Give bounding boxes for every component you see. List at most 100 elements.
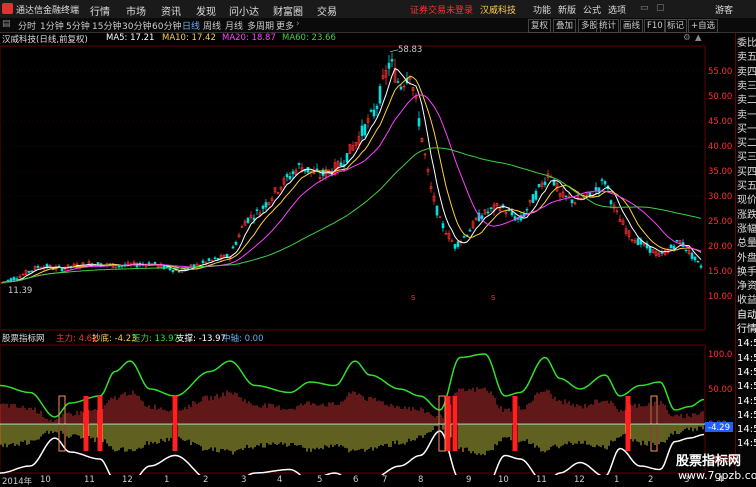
link-gongneng[interactable]: 功能 bbox=[533, 3, 551, 16]
low-label: 11.39 bbox=[8, 286, 32, 296]
btn-f10[interactable]: F10 bbox=[644, 19, 666, 33]
sidebar-item[interactable]: 买四 bbox=[737, 166, 756, 179]
sidebar-item[interactable]: 14:5 bbox=[737, 409, 756, 422]
btn-biaoji[interactable]: 标记 bbox=[664, 19, 688, 33]
candle-body bbox=[30, 270, 34, 272]
date-tick: 2 bbox=[203, 475, 209, 485]
menu-item-zixun[interactable]: 资讯 bbox=[161, 3, 181, 18]
more-chevron-icon[interactable]: › bbox=[296, 19, 300, 29]
sidebar-item[interactable]: 卖四 bbox=[737, 66, 756, 79]
restore-icon[interactable]: ▢ bbox=[656, 3, 665, 13]
date-tick: 3 bbox=[241, 475, 247, 485]
sidebar-item[interactable]: 买三 bbox=[737, 151, 756, 164]
sidebar-item[interactable]: 14:5 bbox=[737, 423, 756, 436]
sidebar-item[interactable]: 现价 bbox=[737, 194, 756, 207]
sidebar-item[interactable]: 卖五 bbox=[737, 51, 756, 64]
period-monthly[interactable]: 月线 bbox=[225, 19, 243, 32]
period-1min[interactable]: 1分钟 bbox=[40, 19, 64, 32]
date-tick: 6 bbox=[353, 475, 359, 485]
sidebar-item[interactable]: 卖二 bbox=[737, 94, 756, 107]
sidebar-item[interactable]: 14:5 bbox=[737, 337, 756, 350]
candle-body bbox=[261, 205, 265, 209]
period-fenshi[interactable]: 分时 bbox=[18, 19, 36, 32]
settings-icon[interactable]: ⚙ bbox=[683, 33, 691, 43]
btn-tongji[interactable]: 统计 bbox=[596, 19, 620, 33]
sidebar-item[interactable]: 委比 bbox=[737, 37, 756, 50]
ma10-line bbox=[1, 75, 702, 283]
period-daily[interactable]: 日线 bbox=[182, 19, 200, 32]
candle-body bbox=[252, 217, 256, 220]
support-line bbox=[0, 430, 705, 475]
app-logo-icon bbox=[2, 3, 13, 14]
candle-body bbox=[6, 279, 10, 282]
period-multi[interactable]: 多周期 bbox=[247, 19, 274, 32]
period-weekly[interactable]: 周线 bbox=[203, 19, 221, 32]
menu-item-jiaoyi[interactable]: 交易 bbox=[317, 3, 337, 18]
axis-labels: 58.83 11.39 S S bbox=[8, 45, 496, 302]
sidebar-item[interactable]: 收益 bbox=[737, 294, 756, 307]
guest-label[interactable]: 游客 bbox=[715, 3, 733, 16]
date-tick: 2014年 bbox=[2, 477, 33, 487]
sidebar-item[interactable]: 卖一 bbox=[737, 109, 756, 122]
ma-info-bar: 汉威科技(日线,前复权) MA5: 17.21 MA10: 17.42 MA20… bbox=[0, 33, 705, 45]
menu-item-hangqing[interactable]: 行情 bbox=[90, 3, 110, 18]
price-label: 35.00 bbox=[708, 167, 732, 177]
sidebar-item[interactable]: 14:5 bbox=[737, 366, 756, 379]
btn-diejia[interactable]: 叠加 bbox=[553, 19, 577, 33]
candle-body bbox=[417, 118, 421, 127]
menu-item-faxian[interactable]: 发现 bbox=[196, 3, 216, 18]
menu-item-wenxiaoda[interactable]: 问小达 bbox=[229, 3, 259, 18]
candle-body bbox=[462, 236, 466, 238]
btn-zixuan[interactable]: +自选 bbox=[688, 19, 719, 33]
minimize-icon[interactable]: ▭ bbox=[640, 3, 649, 13]
candle-body bbox=[543, 181, 547, 185]
sidebar-item[interactable]: 卖三 bbox=[737, 80, 756, 93]
sidebar-item[interactable]: 净资 bbox=[737, 280, 756, 293]
period-30min[interactable]: 30分钟 bbox=[122, 19, 151, 32]
sidebar-item[interactable]: 14:5 bbox=[737, 380, 756, 393]
price-label: 50.00 bbox=[708, 92, 732, 102]
sidebar-item[interactable]: 外盘 bbox=[737, 252, 756, 265]
sidebar-item[interactable]: 14:5 bbox=[737, 395, 756, 408]
sidebar-item[interactable]: 买五 bbox=[737, 180, 756, 193]
link-xuanxiang[interactable]: 选项 bbox=[608, 3, 626, 16]
sidebar-item[interactable]: 买二 bbox=[737, 137, 756, 150]
candle-body bbox=[117, 265, 121, 268]
period-60min[interactable]: 60分钟 bbox=[152, 19, 181, 32]
sidebar-item[interactable]: 14:5 bbox=[737, 352, 756, 365]
signal-bar bbox=[512, 396, 518, 451]
candle-body bbox=[600, 179, 604, 181]
indicator-name[interactable]: 股票指标网 bbox=[2, 332, 45, 344]
signal-bar bbox=[97, 396, 103, 451]
period-15min[interactable]: 15分钟 bbox=[92, 19, 121, 32]
sidebar-item[interactable]: 行情 bbox=[737, 323, 756, 336]
sidebar-item[interactable]: 涨跌 bbox=[737, 209, 756, 222]
date-tick: 10 bbox=[40, 475, 51, 485]
main-chart[interactable]: 55.00 50.00 45.00 40.00 35.00 30.00 25.00 20.00… bbox=[0, 45, 735, 475]
high-label: 58.83 bbox=[398, 45, 422, 55]
candlesticks bbox=[0, 52, 703, 284]
link-xinban[interactable]: 新版 bbox=[558, 3, 576, 16]
login-notice[interactable]: 证券交易未登录 bbox=[410, 3, 473, 16]
up-arrow-icon[interactable]: ▲ bbox=[695, 33, 702, 43]
link-gongshi[interactable]: 公式 bbox=[583, 3, 601, 16]
menu-item-caifuquan[interactable]: 财富圈 bbox=[273, 3, 303, 18]
candle-body bbox=[669, 244, 673, 249]
sidebar-item[interactable]: 换手 bbox=[737, 266, 756, 279]
btn-fuquan[interactable]: 复权 bbox=[528, 19, 552, 33]
menu-item-shichang[interactable]: 市场 bbox=[126, 3, 146, 18]
signal-bar bbox=[445, 396, 451, 451]
period-5min[interactable]: 5分钟 bbox=[66, 19, 90, 32]
sidebar-item[interactable]: 总量 bbox=[737, 237, 756, 250]
date-tick: 10 bbox=[498, 475, 509, 485]
candle-body bbox=[672, 245, 676, 250]
period-more[interactable]: 更多 bbox=[276, 19, 294, 32]
sidebar-item[interactable]: 买一 bbox=[737, 123, 756, 136]
candle-body bbox=[690, 252, 694, 259]
sidebar-item[interactable]: 14:5 bbox=[737, 437, 756, 450]
btn-huaxian[interactable]: 画线 bbox=[620, 19, 644, 33]
sidebar-item[interactable]: 涨幅 bbox=[737, 223, 756, 236]
chart-icon[interactable]: ▤ bbox=[2, 19, 11, 29]
candle-body bbox=[603, 181, 607, 185]
sidebar-item[interactable]: 自动 bbox=[737, 309, 756, 322]
